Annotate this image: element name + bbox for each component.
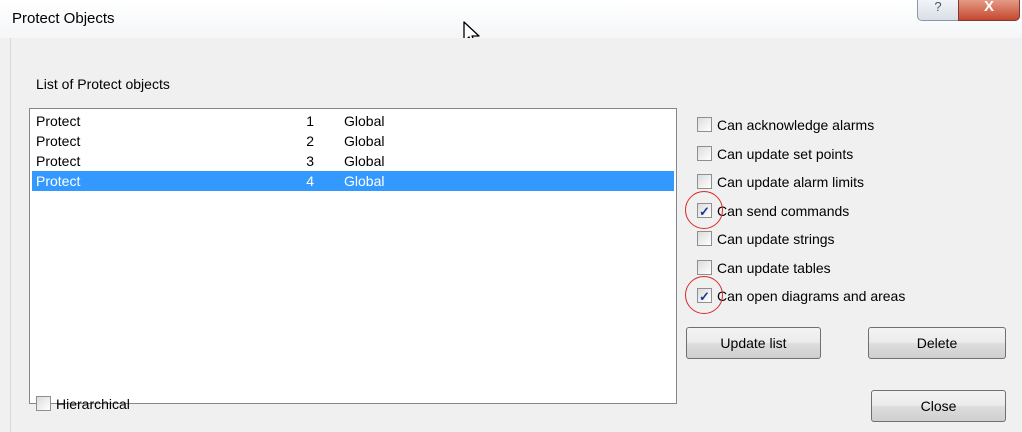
protect-objects-list[interactable]: Protect 1 Global Protect 2 Global Protect 3 Glob…: [29, 108, 677, 404]
permission-label: Can update strings: [717, 231, 835, 247]
item-number: 1: [306, 113, 314, 129]
item-number: 2: [306, 133, 314, 149]
close-window-button[interactable]: X: [958, 0, 1020, 21]
item-name: Protect: [36, 133, 81, 149]
item-number: 3: [306, 153, 314, 169]
title-bar-buttons: ? X: [902, 0, 1022, 22]
hierarchical-checkbox[interactable]: [36, 396, 51, 411]
dialog-client-area: List of Protect objects Protect 1 Global Pr…: [10, 38, 1022, 432]
highlight-circle-annotation: [685, 190, 723, 229]
list-item[interactable]: Protect 4 Global: [32, 171, 674, 191]
item-scope: Global: [344, 113, 385, 129]
close-icon: X: [983, 0, 994, 15]
permission-checkbox[interactable]: [697, 259, 712, 275]
permission-label: Can open diagrams and areas: [717, 288, 906, 304]
list-item[interactable]: Protect 2 Global: [32, 131, 674, 151]
item-scope: Global: [344, 173, 385, 189]
item-name: Protect: [36, 113, 81, 129]
highlight-circle-annotation: [685, 276, 723, 314]
permission-label: Can update tables: [717, 259, 831, 276]
list-item[interactable]: Protect 1 Global: [32, 111, 674, 131]
title-bar: Protect Objects ? X: [0, 0, 1022, 38]
permission-label: Can send commands: [717, 202, 850, 219]
permission-checkbox[interactable]: [697, 231, 712, 246]
item-number: 4: [306, 173, 314, 189]
window-title: Protect Objects: [12, 10, 115, 27]
permission-label: Can update alarm limits: [717, 174, 865, 190]
permission-label: Can update set points: [717, 145, 854, 162]
list-item[interactable]: Protect 3 Global: [32, 151, 674, 171]
item-name: Protect: [36, 153, 81, 169]
list-label: List of Protect objects: [36, 76, 170, 92]
help-button[interactable]: ?: [917, 0, 959, 21]
item-scope: Global: [344, 133, 385, 149]
permission-label: Can acknowledge alarms: [717, 117, 875, 133]
item-name: Protect: [36, 173, 81, 189]
question-mark-icon: ?: [934, 0, 942, 14]
permission-checkbox[interactable]: [697, 174, 712, 189]
permission-checkbox[interactable]: [697, 117, 712, 132]
close-button[interactable]: Close: [871, 390, 1006, 422]
item-scope: Global: [344, 153, 385, 169]
update-list-button[interactable]: Update list: [686, 327, 821, 359]
hierarchical-label: Hierarchical: [56, 396, 130, 412]
permission-checkbox[interactable]: [697, 145, 712, 161]
delete-button[interactable]: Delete: [868, 327, 1006, 359]
protect-objects-dialog: Protect Objects ? X List of Protect obje…: [0, 0, 1022, 432]
